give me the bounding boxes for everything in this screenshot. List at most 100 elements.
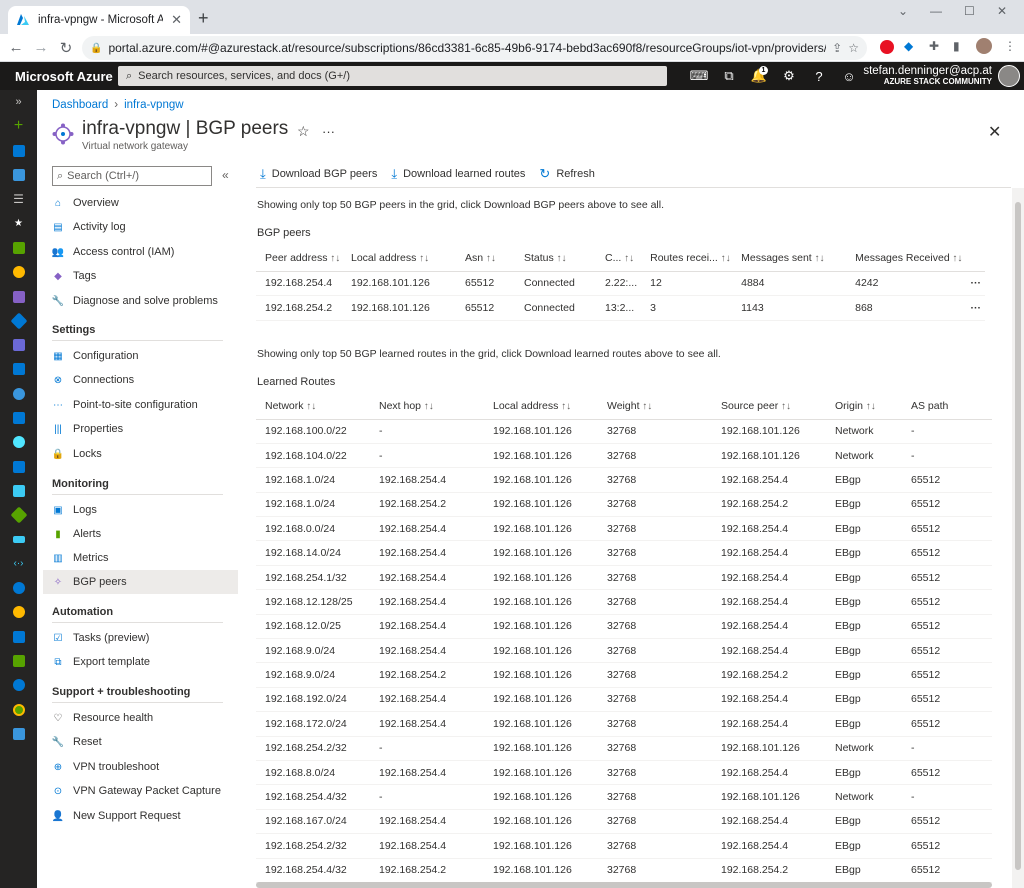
column-header[interactable]: Messages Received ↑↓ bbox=[846, 245, 967, 272]
extension-icon[interactable]: ◆ bbox=[904, 39, 913, 53]
help-support-icon[interactable] bbox=[0, 722, 37, 746]
adblock-extension-icon[interactable] bbox=[880, 40, 894, 54]
column-header[interactable]: Local address ↑↓ bbox=[342, 245, 456, 272]
menu-item-packet-capture[interactable]: ⊙ VPN Gateway Packet Capture bbox=[43, 779, 238, 803]
menu-item-alerts[interactable]: ▮ Alerts bbox=[43, 522, 238, 546]
menu-item-logs[interactable]: ▣ Logs bbox=[43, 498, 238, 522]
vertical-scrollbar[interactable] bbox=[1012, 188, 1024, 888]
table-row[interactable]: 192.168.9.0/24 192.168.254.4 192.168.101.1… bbox=[256, 638, 992, 664]
column-header[interactable]: Network ↑↓ bbox=[256, 393, 370, 420]
virtual-network-icon[interactable] bbox=[0, 309, 37, 333]
cost-icon[interactable] bbox=[0, 697, 37, 721]
menu-item-bgp-peers[interactable]: ✧ BGP peers bbox=[43, 570, 238, 594]
close-blade-icon[interactable]: ✕ bbox=[988, 122, 1001, 142]
menu-item-activity-log[interactable]: ▤ Activity log bbox=[43, 215, 238, 239]
row-more-icon[interactable]: ··· bbox=[966, 295, 985, 321]
more-options-icon[interactable]: ··· bbox=[322, 124, 335, 139]
sort-icon[interactable]: ↑↓ bbox=[778, 401, 791, 412]
settings-gear-icon[interactable]: ⚙ bbox=[774, 68, 804, 84]
sort-icon[interactable]: ↑↓ bbox=[812, 253, 825, 264]
menu-item-new-support-request[interactable]: 👤 New Support Request bbox=[43, 804, 238, 828]
new-tab-icon[interactable]: + bbox=[198, 8, 209, 29]
sort-icon[interactable]: ↑↓ bbox=[621, 253, 634, 264]
all-resources-icon[interactable] bbox=[0, 236, 37, 260]
column-header[interactable]: Weight ↑↓ bbox=[598, 393, 712, 420]
notifications-icon[interactable]: 🔔 1 bbox=[744, 66, 774, 84]
help-icon[interactable]: ? bbox=[804, 69, 834, 84]
back-icon[interactable]: ← bbox=[2, 39, 30, 56]
breadcrumb-resource[interactable]: infra-vpngw bbox=[124, 99, 183, 111]
sidepanel-icon[interactable]: ▮ bbox=[953, 39, 960, 53]
maximize-icon[interactable]: ☐ bbox=[964, 4, 975, 18]
refresh-button[interactable]: ↻ Refresh bbox=[539, 166, 594, 182]
column-header[interactable]: Local address ↑↓ bbox=[484, 393, 598, 420]
directory-filter-icon[interactable]: ⧉ bbox=[714, 68, 744, 84]
menu-item-reset[interactable]: 🔧 Reset bbox=[43, 730, 238, 754]
table-row[interactable]: 192.168.0.0/24 192.168.254.4 192.168.101.1… bbox=[256, 516, 992, 542]
avatar[interactable] bbox=[998, 65, 1020, 87]
chevron-down-icon[interactable]: ⌄ bbox=[898, 4, 908, 18]
bookmark-star-icon[interactable]: ☆ bbox=[848, 41, 859, 55]
table-row[interactable]: 192.168.254.2/32 192.168.254.4 192.168.101… bbox=[256, 833, 992, 859]
sort-icon[interactable]: ↑↓ bbox=[950, 253, 962, 264]
app-services-icon[interactable] bbox=[0, 382, 37, 406]
share-icon[interactable]: ⇪ bbox=[832, 41, 842, 55]
download-bgp-peers-button[interactable]: ⤓ Download BGP peers bbox=[260, 166, 377, 182]
key-icon[interactable] bbox=[0, 260, 37, 284]
download-learned-routes-button[interactable]: ⤓ Download learned routes bbox=[391, 166, 525, 182]
sort-icon[interactable]: ↑↓ bbox=[416, 253, 429, 264]
menu-item-point-to-site[interactable]: ⋯ Point-to-site configuration bbox=[43, 393, 238, 417]
table-row[interactable]: 192.168.192.0/24 192.168.254.4 192.168.101… bbox=[256, 687, 992, 713]
menu-item-diagnose[interactable]: 🔧 Diagnose and solve problems bbox=[43, 289, 238, 313]
menu-item-resource-health[interactable]: ♡ Resource health bbox=[43, 706, 238, 730]
azure-brand[interactable]: Microsoft Azure bbox=[0, 69, 115, 84]
table-row[interactable]: 192.168.254.1/32 192.168.254.4 192.168.101… bbox=[256, 565, 992, 591]
column-header[interactable]: Origin ↑↓ bbox=[826, 393, 902, 420]
menu-item-metrics[interactable]: ▥ Metrics bbox=[43, 546, 238, 570]
sql-icon[interactable] bbox=[0, 406, 37, 430]
scrollbar-thumb[interactable] bbox=[1015, 202, 1021, 870]
storage-icon[interactable] bbox=[0, 454, 37, 478]
menu-item-connections[interactable]: ⊗ Connections bbox=[43, 368, 238, 392]
menu-item-overview[interactable]: ⌂ Overview bbox=[43, 191, 238, 215]
table-row[interactable]: 192.168.167.0/24 192.168.254.4 192.168.101… bbox=[256, 809, 992, 835]
home-icon[interactable] bbox=[0, 139, 37, 163]
user-icon[interactable] bbox=[0, 333, 37, 357]
create-resource-icon[interactable]: + bbox=[0, 114, 37, 138]
virtual-machines-icon[interactable] bbox=[0, 357, 37, 381]
cloud-shell-icon[interactable]: ⌨ bbox=[684, 68, 714, 84]
user-profile-icon[interactable] bbox=[0, 673, 37, 697]
close-window-icon[interactable]: ✕ bbox=[997, 4, 1007, 18]
column-header[interactable]: AS path bbox=[902, 393, 992, 420]
menu-item-export-template[interactable]: ⧉ Export template bbox=[43, 650, 238, 674]
load-balancer-icon[interactable] bbox=[0, 503, 37, 527]
monitor-icon[interactable] bbox=[0, 576, 37, 600]
function-app-icon[interactable] bbox=[0, 479, 37, 503]
menu-search-input[interactable]: ⌕ Search (Ctrl+/) bbox=[52, 166, 212, 186]
defender-icon[interactable] bbox=[0, 625, 37, 649]
sort-icon[interactable]: ↑↓ bbox=[863, 401, 876, 412]
forward-icon[interactable]: → bbox=[27, 39, 55, 56]
favorite-star-icon[interactable]: ☆ bbox=[297, 123, 310, 140]
menu-item-tasks[interactable]: ☑ Tasks (preview) bbox=[43, 626, 238, 650]
breadcrumb-dashboard[interactable]: Dashboard bbox=[52, 99, 108, 111]
table-row[interactable]: 192.168.12.0/25 192.168.254.4 192.168.101.… bbox=[256, 614, 992, 640]
row-more-icon[interactable]: ··· bbox=[966, 271, 985, 296]
table-row[interactable]: 192.168.100.0/22-192.168.101.126 32768 192… bbox=[256, 419, 992, 444]
cosmos-icon[interactable] bbox=[0, 430, 37, 454]
sort-icon[interactable]: ↑↓ bbox=[558, 401, 571, 412]
sort-icon[interactable]: ↑↓ bbox=[304, 401, 316, 412]
table-row[interactable]: 192.168.1.0/24 192.168.254.4 192.168.101.1… bbox=[256, 467, 992, 493]
favorites-star-icon[interactable]: ★ bbox=[0, 211, 37, 235]
close-tab-icon[interactable]: ✕ bbox=[171, 12, 182, 28]
table-row[interactable]: 192.168.172.0/24 192.168.254.4 192.168.101… bbox=[256, 711, 992, 737]
browser-tab[interactable]: infra-vpngw - Microsoft Azure ✕ bbox=[8, 6, 190, 34]
expand-menu-icon[interactable]: » bbox=[0, 90, 37, 114]
menu-item-vpn-troubleshoot[interactable]: ⊕ VPN troubleshoot bbox=[43, 755, 238, 779]
global-search-input[interactable]: ⌕ Search resources, services, and docs (… bbox=[118, 66, 667, 86]
puzzle-icon[interactable]: ✚ bbox=[929, 39, 939, 53]
menu-item-locks[interactable]: 🔒 Locks bbox=[43, 442, 238, 466]
chrome-menu-icon[interactable]: ⋮ bbox=[1004, 39, 1016, 53]
sort-icon[interactable]: ↑↓ bbox=[640, 401, 652, 412]
table-row[interactable]: 192.168.254.2/32-192.168.101.126 32768 192… bbox=[256, 736, 992, 761]
